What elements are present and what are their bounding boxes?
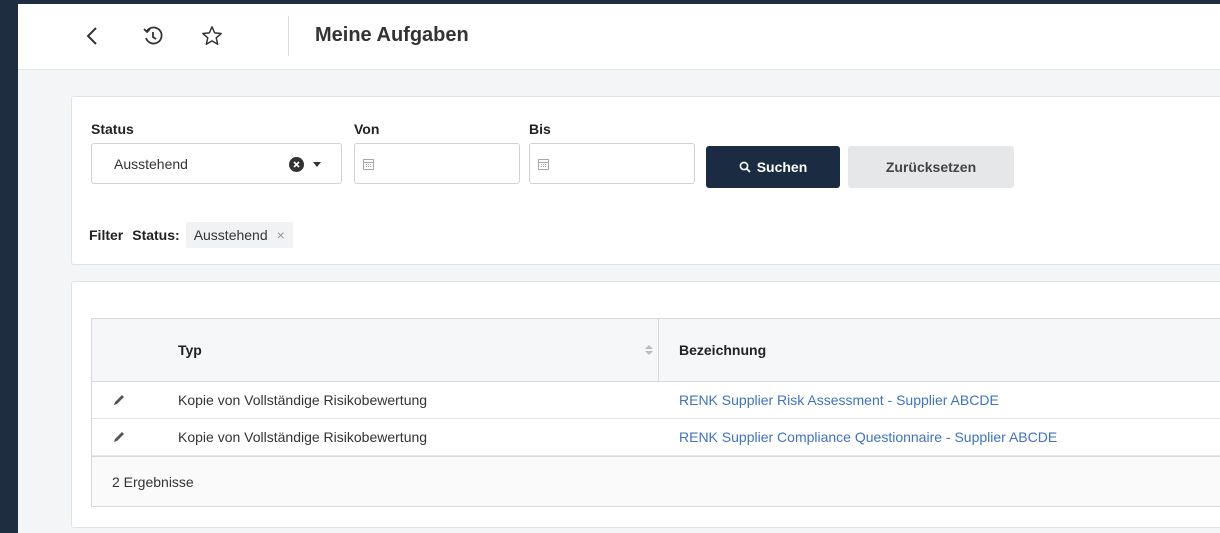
history-icon[interactable] xyxy=(141,24,165,48)
chevron-down-icon[interactable] xyxy=(313,162,321,167)
app-window: Meine Aufgaben Status Von Bis Ausstehend xyxy=(18,4,1220,533)
table-cell-typ: Kopie von Vollständige Risikobewertung xyxy=(178,429,428,445)
status-label: Status xyxy=(91,121,134,137)
tasks-table: Typ Bezeichnung Kopie von Vollständige R… xyxy=(91,318,1220,507)
von-label: Von xyxy=(354,121,380,137)
table-cell-typ: Kopie von Vollständige Risikobewertung xyxy=(178,392,428,408)
von-date-input[interactable] xyxy=(354,143,520,184)
pencil-icon[interactable] xyxy=(92,419,178,455)
calendar-icon[interactable] xyxy=(363,157,374,175)
table-row: Kopie von Vollständige Risikobewertung R… xyxy=(92,382,1220,419)
status-select[interactable]: Ausstehend xyxy=(91,143,342,184)
column-header-typ-label: Typ xyxy=(178,342,202,358)
results-count: 2 Ergebnisse xyxy=(92,456,1220,506)
results-panel: Typ Bezeichnung Kopie von Vollständige R… xyxy=(71,281,1220,528)
edit-column-header xyxy=(92,319,178,381)
filter-chip-value-box: Ausstehend × xyxy=(185,221,293,248)
task-link[interactable]: RENK Supplier Risk Assessment - Supplier… xyxy=(679,392,999,408)
column-header-typ[interactable]: Typ xyxy=(178,319,659,381)
table-header: Typ Bezeichnung xyxy=(92,319,1220,382)
close-icon[interactable]: × xyxy=(277,227,285,243)
table-cell-bezeichnung: RENK Supplier Risk Assessment - Supplier… xyxy=(659,382,1220,418)
back-icon[interactable] xyxy=(80,24,104,48)
filter-chip-key: Status: xyxy=(132,226,180,243)
search-button[interactable]: Suchen xyxy=(706,146,840,188)
column-header-bezeichnung[interactable]: Bezeichnung xyxy=(659,319,1220,381)
search-button-label: Suchen xyxy=(756,159,808,175)
active-filters-label: Filter xyxy=(89,226,124,243)
header-divider xyxy=(288,16,289,56)
filter-chip-value: Ausstehend xyxy=(193,226,268,243)
star-icon[interactable] xyxy=(200,24,224,48)
sort-icon[interactable] xyxy=(645,345,653,355)
status-select-value: Ausstehend xyxy=(114,156,188,172)
page-title: Meine Aufgaben xyxy=(315,24,469,46)
calendar-icon[interactable] xyxy=(538,157,549,175)
bis-date-input[interactable] xyxy=(529,143,695,184)
table-cell-bezeichnung: RENK Supplier Compliance Questionnaire -… xyxy=(659,419,1220,455)
task-link[interactable]: RENK Supplier Compliance Questionnaire -… xyxy=(679,429,1057,445)
table-row: Kopie von Vollständige Risikobewertung R… xyxy=(92,419,1220,456)
top-bar: Meine Aufgaben xyxy=(18,4,1220,70)
filter-chip-status: Status: Ausstehend × xyxy=(132,221,293,248)
filter-panel: Status Von Bis Ausstehend Suchen Zurücks… xyxy=(71,96,1220,265)
active-filters: Filter Status: Ausstehend × xyxy=(89,221,293,248)
reset-button[interactable]: Zurücksetzen xyxy=(848,146,1014,188)
bis-label: Bis xyxy=(529,121,551,137)
search-icon xyxy=(739,161,751,173)
pencil-icon[interactable] xyxy=(92,382,178,418)
clear-icon[interactable] xyxy=(289,157,304,172)
